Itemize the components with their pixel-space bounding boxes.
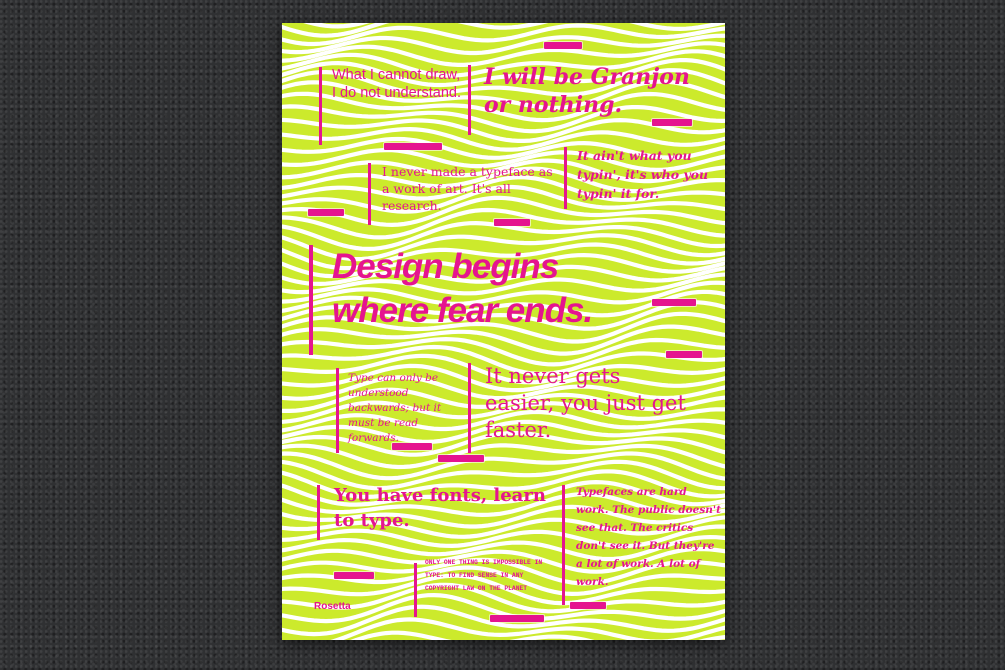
- poster: What I cannot draw, I do not understand.…: [282, 23, 725, 640]
- quote-rule: [414, 563, 417, 617]
- quote-rule: [319, 67, 322, 145]
- quote-3: I never made a typeface as a work of art…: [382, 164, 553, 213]
- quote-rule: [317, 485, 320, 540]
- brand-logo-text: Rosetta: [314, 601, 351, 612]
- attribution-tag: [438, 455, 484, 462]
- attribution-tag: [652, 299, 696, 306]
- quote-6: Type can only be understood backwards; b…: [348, 372, 442, 444]
- headline-quote: Design begins where fear ends.: [332, 247, 593, 330]
- attribution-tag: [494, 219, 530, 226]
- attribution-tag: [652, 119, 692, 126]
- quote-9: Typefaces are hard work. The public does…: [576, 486, 721, 588]
- quote-rule: [562, 485, 565, 605]
- quote-rule: [309, 245, 313, 355]
- quote-8: You have fonts, learn to type.: [334, 485, 546, 531]
- quote-rule: [564, 147, 567, 209]
- quote-2: I will be Granjon or nothing.: [484, 64, 690, 118]
- attribution-tag: [666, 351, 702, 358]
- attribution-tag: [490, 615, 544, 622]
- quote-4: It ain't what you typin', it's who you t…: [577, 148, 709, 201]
- quote-1: What I cannot draw, I do not understand.: [332, 67, 461, 101]
- attribution-tag: [384, 143, 442, 150]
- attribution-tag: [570, 602, 606, 609]
- attribution-tag: [308, 209, 344, 216]
- attribution-tag: [334, 572, 374, 579]
- quote-rule: [368, 163, 371, 225]
- quote-7: It never gets easier, you just get faste…: [485, 364, 686, 442]
- quote-rule: [468, 65, 471, 135]
- quote-10: ONLY ONE THING IS IMPOSSIBLE IN TYPE: TO…: [425, 559, 543, 592]
- quote-rule: [468, 363, 471, 453]
- quote-rule: [336, 368, 339, 453]
- attribution-tag: [544, 42, 582, 49]
